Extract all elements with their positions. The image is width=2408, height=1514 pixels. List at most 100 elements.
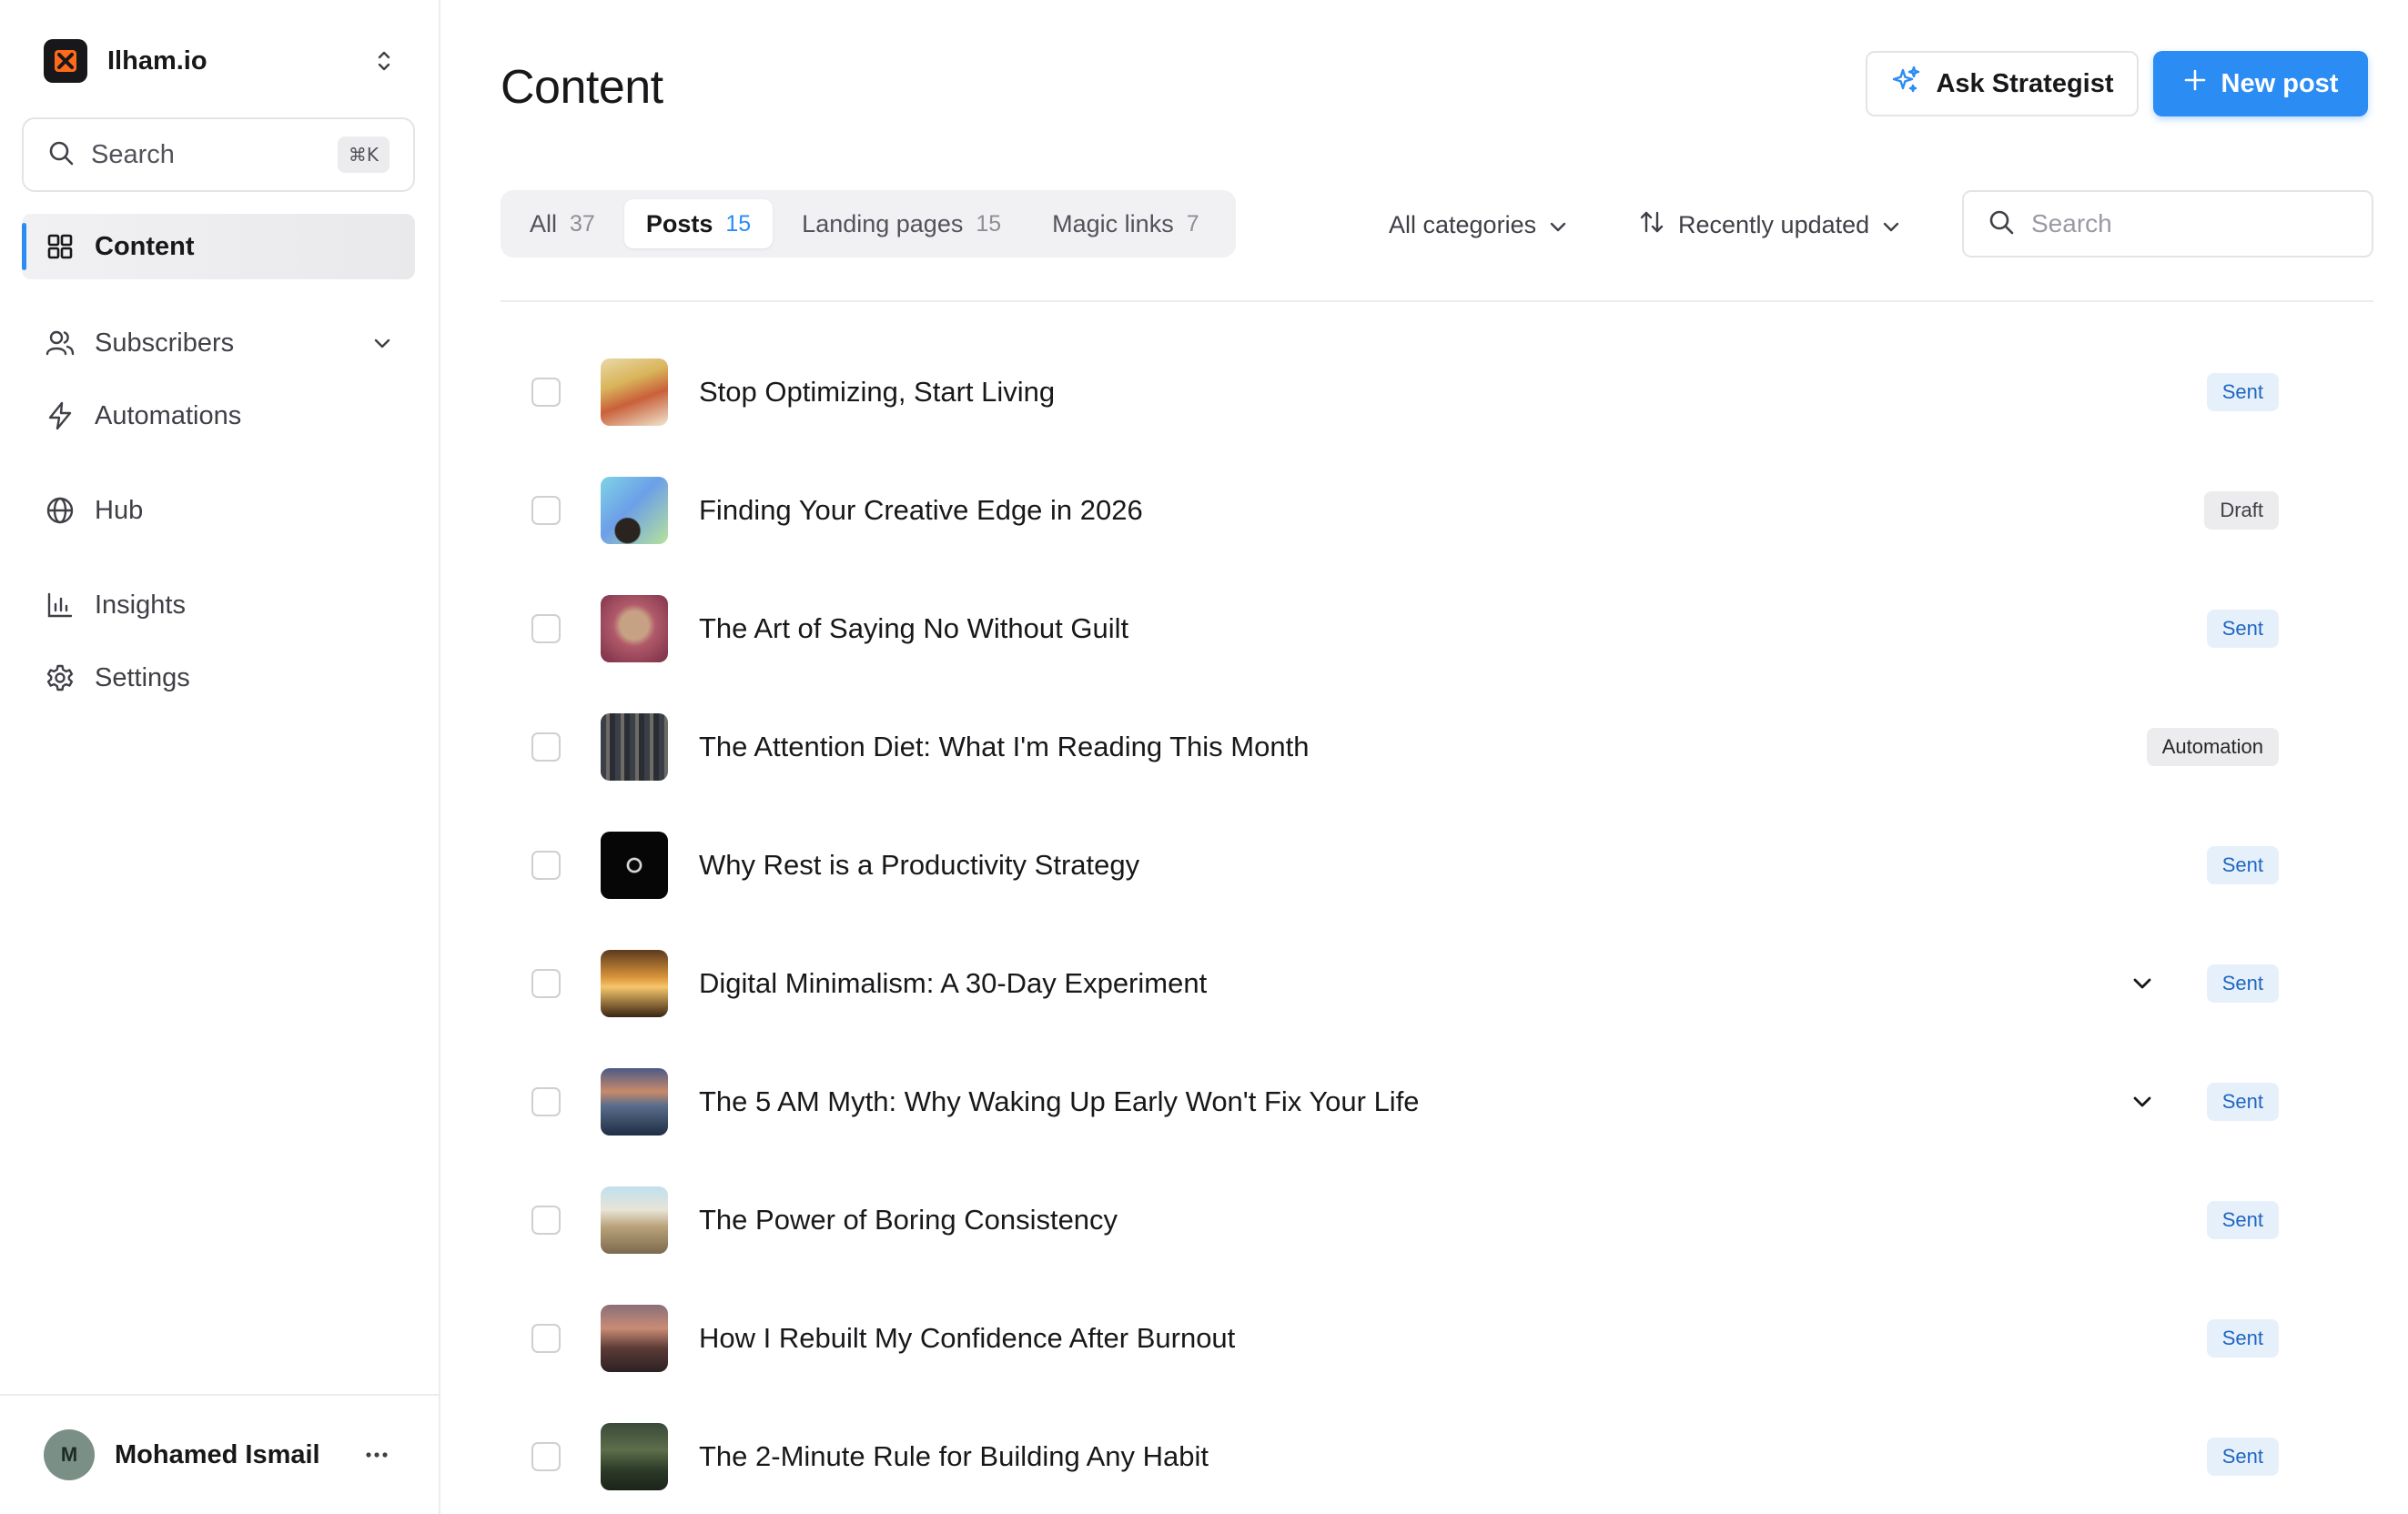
sidebar-item-hub[interactable]: Hub (22, 478, 415, 543)
status-badge: Sent (2206, 373, 2279, 411)
post-title[interactable]: The 5 AM Myth: Why Waking Up Early Won't… (699, 1085, 2373, 1118)
row-checkbox[interactable] (531, 1087, 561, 1116)
sidebar: Ilham.io Search ⌘K Content Subscribers A… (0, 0, 440, 1514)
search-input[interactable] (2031, 209, 2359, 238)
more-options-icon[interactable] (359, 1437, 395, 1473)
chevron-down-icon (1882, 211, 1900, 239)
post-title[interactable]: How I Rebuilt My Confidence After Burnou… (699, 1322, 2373, 1355)
tab-all[interactable]: All 37 (508, 199, 617, 248)
user-profile[interactable]: M Mohamed Ismail (0, 1394, 439, 1514)
post-title[interactable]: Stop Optimizing, Start Living (699, 376, 2373, 409)
sidebar-item-automations[interactable]: Automations (22, 383, 415, 449)
post-thumbnail (601, 1068, 668, 1136)
tab-label: All (530, 209, 558, 237)
tab-label: Landing pages (802, 209, 964, 237)
post-title[interactable]: Digital Minimalism: A 30-Day Experiment (699, 967, 2373, 1000)
content-type-tabs: All 37 Posts 15 Landing pages 15 Magic l… (501, 190, 1236, 257)
search-icon (1988, 208, 2015, 240)
row-checkbox[interactable] (531, 732, 561, 762)
tab-magic-links[interactable]: Magic links 7 (1030, 199, 1220, 248)
category-filter-label: All categories (1389, 210, 1537, 238)
status-badge: Sent (2206, 610, 2279, 648)
post-row[interactable]: Finding Your Creative Edge in 2026 Draft (501, 451, 2373, 570)
chevron-down-icon[interactable] (369, 330, 395, 356)
new-post-button[interactable]: New post (2153, 51, 2368, 116)
workspace-switcher[interactable]: Ilham.io (44, 38, 395, 84)
post-title[interactable]: The 2-Minute Rule for Building Any Habit (699, 1440, 2373, 1473)
status-badge: Sent (2206, 846, 2279, 884)
post-row[interactable]: Digital Minimalism: A 30-Day Experiment … (501, 924, 2373, 1043)
post-row[interactable]: Stop Optimizing, Start Living Sent (501, 333, 2373, 451)
app-root: Ilham.io Search ⌘K Content Subscribers A… (0, 0, 2408, 1514)
chevron-up-down-icon (373, 46, 395, 76)
post-thumbnail (601, 950, 668, 1017)
main-content: Content Ask Strategist New post All 37 P… (440, 0, 2408, 1514)
tab-label: Posts (645, 209, 713, 237)
sidebar-item-label: Hub (95, 495, 144, 525)
row-checkbox[interactable] (531, 1206, 561, 1235)
tab-posts[interactable]: Posts 15 (623, 199, 774, 248)
post-row[interactable]: Why Rest is a Productivity Strategy Sent (501, 806, 2373, 924)
post-title[interactable]: Finding Your Creative Edge in 2026 (699, 494, 2373, 527)
ask-strategist-button[interactable]: Ask Strategist (1866, 51, 2139, 116)
post-title[interactable]: Why Rest is a Productivity Strategy (699, 849, 2373, 882)
tab-label: Magic links (1052, 209, 1174, 237)
category-filter[interactable]: All categories (1389, 202, 1567, 247)
sidebar-item-label: Settings (95, 662, 190, 692)
sidebar-item-label: Insights (95, 590, 186, 620)
row-checkbox[interactable] (531, 378, 561, 407)
workspace-logo (44, 39, 87, 83)
sidebar-search[interactable]: Search ⌘K (22, 117, 415, 192)
tab-count: 15 (976, 210, 1002, 237)
row-checkbox[interactable] (531, 851, 561, 880)
post-thumbnail (601, 477, 668, 544)
new-post-label: New post (2221, 68, 2339, 98)
tab-count: 7 (1186, 210, 1199, 237)
row-checkbox[interactable] (531, 1324, 561, 1353)
search-icon (47, 139, 75, 171)
status-badge: Sent (2206, 1083, 2279, 1121)
divider (501, 300, 2373, 302)
post-row[interactable]: The Attention Diet: What I'm Reading Thi… (501, 688, 2373, 806)
shortcut-badge: ⌘K (337, 136, 390, 173)
bar-chart-icon (44, 589, 76, 621)
lightning-icon (44, 399, 76, 432)
sidebar-item-content[interactable]: Content (22, 214, 415, 279)
tab-count: 15 (725, 210, 752, 237)
post-title[interactable]: The Art of Saying No Without Guilt (699, 612, 2373, 645)
sidebar-item-label: Content (95, 231, 195, 261)
post-thumbnail (601, 358, 668, 426)
post-title[interactable]: The Power of Boring Consistency (699, 1204, 2373, 1236)
chevron-down-icon (1549, 211, 1567, 239)
user-name: Mohamed Ismail (115, 1439, 320, 1469)
tab-count: 37 (570, 210, 595, 237)
status-badge: Draft (2204, 491, 2279, 530)
ask-strategist-label: Ask Strategist (1936, 68, 2114, 98)
sidebar-item-subscribers[interactable]: Subscribers (22, 310, 415, 376)
sidebar-item-settings[interactable]: Settings (22, 645, 415, 711)
post-thumbnail (601, 1423, 668, 1490)
row-checkbox[interactable] (531, 969, 561, 998)
post-thumbnail (601, 832, 668, 899)
content-search[interactable] (1962, 190, 2373, 257)
row-checkbox[interactable] (531, 614, 561, 643)
sidebar-search-label: Search (91, 139, 175, 169)
chevron-down-icon[interactable] (2126, 1085, 2159, 1118)
post-row[interactable]: The 2-Minute Rule for Building Any Habit… (501, 1398, 2373, 1514)
chevron-down-icon[interactable] (2126, 967, 2159, 1000)
tab-landing-pages[interactable]: Landing pages 15 (780, 199, 1023, 248)
post-title[interactable]: The Attention Diet: What I'm Reading Thi… (699, 731, 2373, 763)
post-row[interactable]: The Art of Saying No Without Guilt Sent (501, 570, 2373, 688)
sort-label: Recently updated (1678, 210, 1870, 238)
post-row[interactable]: The Power of Boring Consistency Sent (501, 1161, 2373, 1279)
grid-icon (44, 230, 76, 263)
sparkles-icon (1890, 65, 1921, 103)
status-badge: Sent (2206, 1438, 2279, 1476)
post-row[interactable]: The 5 AM Myth: Why Waking Up Early Won't… (501, 1043, 2373, 1161)
row-checkbox[interactable] (531, 1442, 561, 1471)
sort-dropdown[interactable]: Recently updated (1638, 202, 1900, 247)
row-checkbox[interactable] (531, 496, 561, 525)
workspace-name: Ilham.io (107, 45, 207, 76)
post-row[interactable]: How I Rebuilt My Confidence After Burnou… (501, 1279, 2373, 1398)
sidebar-item-insights[interactable]: Insights (22, 572, 415, 638)
